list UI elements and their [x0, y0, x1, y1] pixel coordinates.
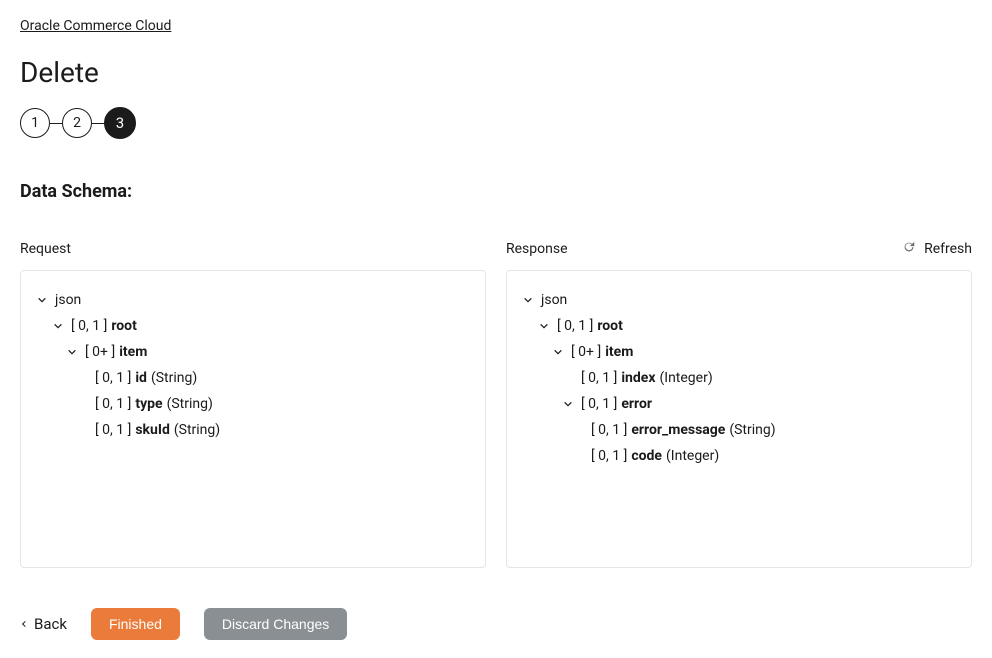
- page-title: Delete: [20, 56, 972, 89]
- step-3[interactable]: 3: [104, 107, 136, 139]
- tree-node-item[interactable]: [ 0+ ]item: [521, 339, 957, 365]
- node-label: [ 0+ ]item: [571, 343, 633, 361]
- node-label: [ 0, 1 ]skuId(String): [95, 421, 220, 439]
- breadcrumb[interactable]: Oracle Commerce Cloud: [20, 18, 171, 34]
- step-2[interactable]: 2: [62, 108, 92, 138]
- tree-node-json[interactable]: json: [35, 287, 471, 313]
- tree-node-field[interactable]: [ 0, 1 ]id(String): [35, 365, 471, 391]
- response-column: Response Refresh json [ 0, 1 ]root: [506, 238, 972, 568]
- node-label: json: [541, 291, 567, 309]
- footer-actions: Back Finished Discard Changes: [20, 608, 972, 640]
- tree-node-root[interactable]: [ 0, 1 ]root: [35, 313, 471, 339]
- node-label: [ 0, 1 ]type(String): [95, 395, 213, 413]
- node-label: [ 0, 1 ]id(String): [95, 369, 197, 387]
- node-label: [ 0+ ]item: [85, 343, 147, 361]
- back-label: Back: [34, 615, 67, 633]
- tree-node-error[interactable]: [ 0, 1 ]error: [521, 391, 957, 417]
- request-column: Request json [ 0, 1 ]root [ 0+ ]item: [20, 238, 486, 568]
- tree-node-item[interactable]: [ 0+ ]item: [35, 339, 471, 365]
- node-label: [ 0, 1 ]root: [71, 317, 137, 335]
- node-label: [ 0, 1 ]index(Integer): [581, 369, 713, 387]
- chevron-down-icon[interactable]: [551, 345, 565, 359]
- node-label: [ 0, 1 ]code(Integer): [591, 447, 719, 465]
- step-1[interactable]: 1: [20, 108, 50, 138]
- node-label: [ 0, 1 ]error: [581, 395, 652, 413]
- refresh-icon: [902, 240, 916, 258]
- chevron-left-icon: [20, 615, 28, 633]
- tree-node-field[interactable]: [ 0, 1 ]index(Integer): [521, 365, 957, 391]
- response-label: Response: [506, 241, 568, 257]
- tree-node-field[interactable]: [ 0, 1 ]code(Integer): [521, 443, 957, 469]
- refresh-label: Refresh: [924, 241, 972, 257]
- request-schema-box: json [ 0, 1 ]root [ 0+ ]item: [20, 270, 486, 568]
- node-label: [ 0, 1 ]root: [557, 317, 623, 335]
- tree-node-json[interactable]: json: [521, 287, 957, 313]
- tree-node-root[interactable]: [ 0, 1 ]root: [521, 313, 957, 339]
- step-connector: [50, 123, 62, 124]
- tree-node-field[interactable]: [ 0, 1 ]type(String): [35, 391, 471, 417]
- chevron-down-icon[interactable]: [561, 397, 575, 411]
- discard-button[interactable]: Discard Changes: [204, 608, 347, 640]
- chevron-down-icon[interactable]: [537, 319, 551, 333]
- stepper: 1 2 3: [20, 107, 972, 139]
- node-label: [ 0, 1 ]error_message(String): [591, 421, 776, 439]
- chevron-down-icon[interactable]: [521, 293, 535, 307]
- back-button[interactable]: Back: [20, 615, 67, 633]
- section-title: Data Schema:: [20, 181, 972, 202]
- node-label: json: [55, 291, 81, 309]
- finished-button[interactable]: Finished: [91, 608, 180, 640]
- response-schema-box: json [ 0, 1 ]root [ 0+ ]item: [506, 270, 972, 568]
- refresh-button[interactable]: Refresh: [902, 240, 972, 258]
- chevron-down-icon[interactable]: [65, 345, 79, 359]
- chevron-down-icon[interactable]: [35, 293, 49, 307]
- tree-node-field[interactable]: [ 0, 1 ]error_message(String): [521, 417, 957, 443]
- tree-node-field[interactable]: [ 0, 1 ]skuId(String): [35, 417, 471, 443]
- chevron-down-icon[interactable]: [51, 319, 65, 333]
- step-connector: [92, 123, 104, 124]
- request-label: Request: [20, 241, 71, 257]
